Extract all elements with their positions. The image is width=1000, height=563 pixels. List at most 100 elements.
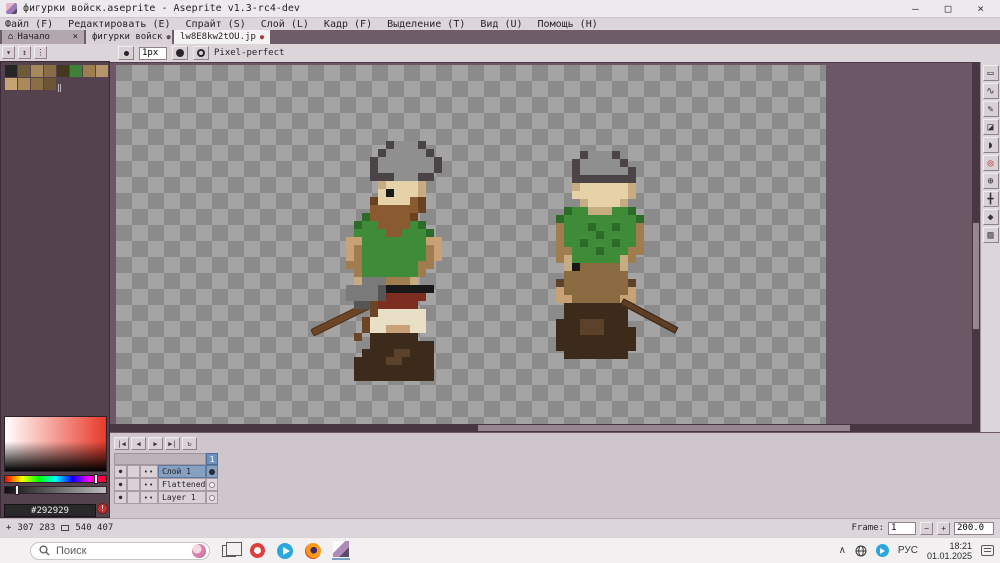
menu-edit[interactable]: Редактировать (E)	[68, 19, 170, 30]
palette-sort-button[interactable]: ↕	[18, 46, 31, 59]
first-frame-button[interactable]: |◀	[114, 437, 129, 450]
menu-select[interactable]: Выделение (T)	[387, 19, 465, 30]
layer-row[interactable]: ● •• Layer 1	[114, 491, 218, 504]
vertical-scrollbar[interactable]	[972, 63, 980, 432]
tool-gradient[interactable]: ▨	[982, 227, 999, 243]
menu-help[interactable]: Помощь (H)	[538, 19, 598, 30]
brush-size-input[interactable]	[139, 46, 167, 60]
aseprite-app-button[interactable]	[332, 541, 350, 560]
menu-frame[interactable]: Кадр (F)	[324, 19, 372, 30]
telegram-tray-icon[interactable]	[875, 544, 889, 557]
network-icon[interactable]	[855, 545, 867, 557]
menu-sprite[interactable]: Спрайт (S)	[186, 19, 246, 30]
task-view-button[interactable]	[220, 541, 242, 560]
layer-row[interactable]: ● •• Слой 1	[114, 465, 218, 478]
tool-hand[interactable]: ⊕	[982, 173, 999, 189]
minimize-button[interactable]: –	[912, 2, 919, 15]
palette-swatch[interactable]	[44, 65, 56, 77]
horizontal-scrollbar-thumb[interactable]	[478, 425, 850, 431]
brush-type-button[interactable]	[118, 46, 134, 60]
tab-document-jpeg[interactable]: lw8E8kw2tOU.jp ●	[174, 30, 270, 44]
menu-view[interactable]: Вид (U)	[480, 19, 522, 30]
windows-start-button[interactable]	[6, 544, 20, 558]
frame-number-input[interactable]	[888, 521, 916, 535]
visibility-icon[interactable]: ●	[114, 465, 127, 478]
loop-button[interactable]: ↻	[182, 437, 197, 450]
prev-frame-button[interactable]: ◀	[131, 437, 146, 450]
palette-presets-button[interactable]: ▾	[2, 46, 15, 59]
tool-eraser[interactable]: ◪	[982, 119, 999, 135]
continuous-icon[interactable]: ••	[140, 465, 158, 478]
tab-document-active[interactable]: фигурки войск ●	[86, 30, 172, 44]
tool-eyedropper[interactable]: ◗	[982, 137, 999, 153]
lock-icon[interactable]	[127, 491, 140, 504]
layer-name[interactable]: Layer 1	[158, 491, 206, 504]
sprite-canvas-area[interactable]	[116, 65, 826, 425]
last-frame-button[interactable]: ▶|	[165, 437, 180, 450]
menu-layer[interactable]: Слой (L)	[261, 19, 309, 30]
close-button[interactable]: ×	[977, 2, 984, 15]
palette-swatch[interactable]	[57, 65, 69, 77]
tab-close-icon[interactable]: ×	[73, 32, 78, 42]
play-button[interactable]: ▶	[148, 437, 163, 450]
visibility-icon[interactable]: ●	[114, 491, 127, 504]
tab-home[interactable]: ⌂ Начало ×	[2, 30, 84, 44]
opera-app-button[interactable]	[248, 542, 266, 560]
frame-decrement-button[interactable]: −	[920, 521, 933, 535]
dynamics-button[interactable]	[193, 46, 209, 60]
horizontal-scrollbar[interactable]	[110, 424, 972, 432]
clock[interactable]: 18:21 01.01.2025	[927, 541, 972, 561]
lock-icon[interactable]	[127, 478, 140, 491]
lock-icon[interactable]	[127, 465, 140, 478]
palette-swatch[interactable]	[31, 65, 43, 77]
palette-swatch[interactable]	[96, 65, 108, 77]
notification-center-icon[interactable]	[981, 545, 994, 556]
editor-canvas[interactable]	[110, 62, 980, 432]
language-indicator[interactable]: РУС	[898, 545, 918, 556]
zoom-input[interactable]	[954, 521, 994, 535]
taskbar-search[interactable]: Поиск	[30, 541, 210, 560]
hue-handle[interactable]	[93, 474, 98, 484]
tool-lasso[interactable]: ∿	[982, 83, 999, 99]
continuous-icon[interactable]: ••	[140, 491, 158, 504]
alpha-slider[interactable]	[4, 485, 107, 495]
layer-name[interactable]: Flattened	[158, 478, 206, 491]
tool-zoom[interactable]: ◎	[982, 155, 999, 171]
pixel-perfect-label[interactable]: Pixel-perfect	[214, 48, 284, 58]
cel-indicator[interactable]	[206, 465, 218, 478]
menu-file[interactable]: Файл (F)	[5, 19, 53, 30]
continuous-icon[interactable]: ••	[140, 478, 158, 491]
frame-increment-button[interactable]: +	[937, 521, 950, 535]
search-highlight-image[interactable]	[192, 543, 206, 558]
palette-swatch[interactable]	[18, 65, 30, 77]
palette-swatch[interactable]	[70, 65, 82, 77]
maximize-button[interactable]: □	[945, 2, 952, 15]
palette-options-button[interactable]: ⋮	[34, 46, 47, 59]
hue-slider[interactable]	[4, 474, 107, 484]
layer-name[interactable]: Слой 1	[158, 465, 206, 478]
foreground-color[interactable]: #292929	[4, 504, 96, 517]
vertical-scrollbar-thumb[interactable]	[973, 223, 979, 329]
layer-row[interactable]: ● •• Flattened	[114, 478, 218, 491]
tool-move[interactable]: ╋	[982, 191, 999, 207]
visibility-icon[interactable]: ●	[114, 478, 127, 491]
color-gradient-picker[interactable]	[4, 416, 107, 472]
palette-swatch[interactable]	[83, 65, 95, 77]
palette-swatch[interactable]	[44, 78, 56, 90]
tool-paint-bucket[interactable]: ◆	[982, 209, 999, 225]
ink-button[interactable]	[172, 46, 188, 60]
color-warning-icon[interactable]: !	[97, 503, 108, 514]
tool-rectangular-marquee[interactable]: ▭	[982, 65, 999, 81]
tool-pencil[interactable]: ✎	[982, 101, 999, 117]
telegram-app-button[interactable]	[276, 542, 294, 560]
hidden-icons-chevron[interactable]: ∧	[839, 545, 846, 556]
cel-indicator[interactable]	[206, 478, 218, 491]
frame-1-header[interactable]: 1	[206, 453, 218, 465]
cel-indicator[interactable]	[206, 491, 218, 504]
firefox-app-button[interactable]	[304, 542, 322, 560]
palette-swatch[interactable]	[5, 65, 17, 77]
palette-swatch[interactable]	[31, 78, 43, 90]
palette-swatch[interactable]	[5, 78, 17, 90]
palette-swatch[interactable]	[18, 78, 30, 90]
alpha-handle[interactable]	[15, 485, 20, 495]
